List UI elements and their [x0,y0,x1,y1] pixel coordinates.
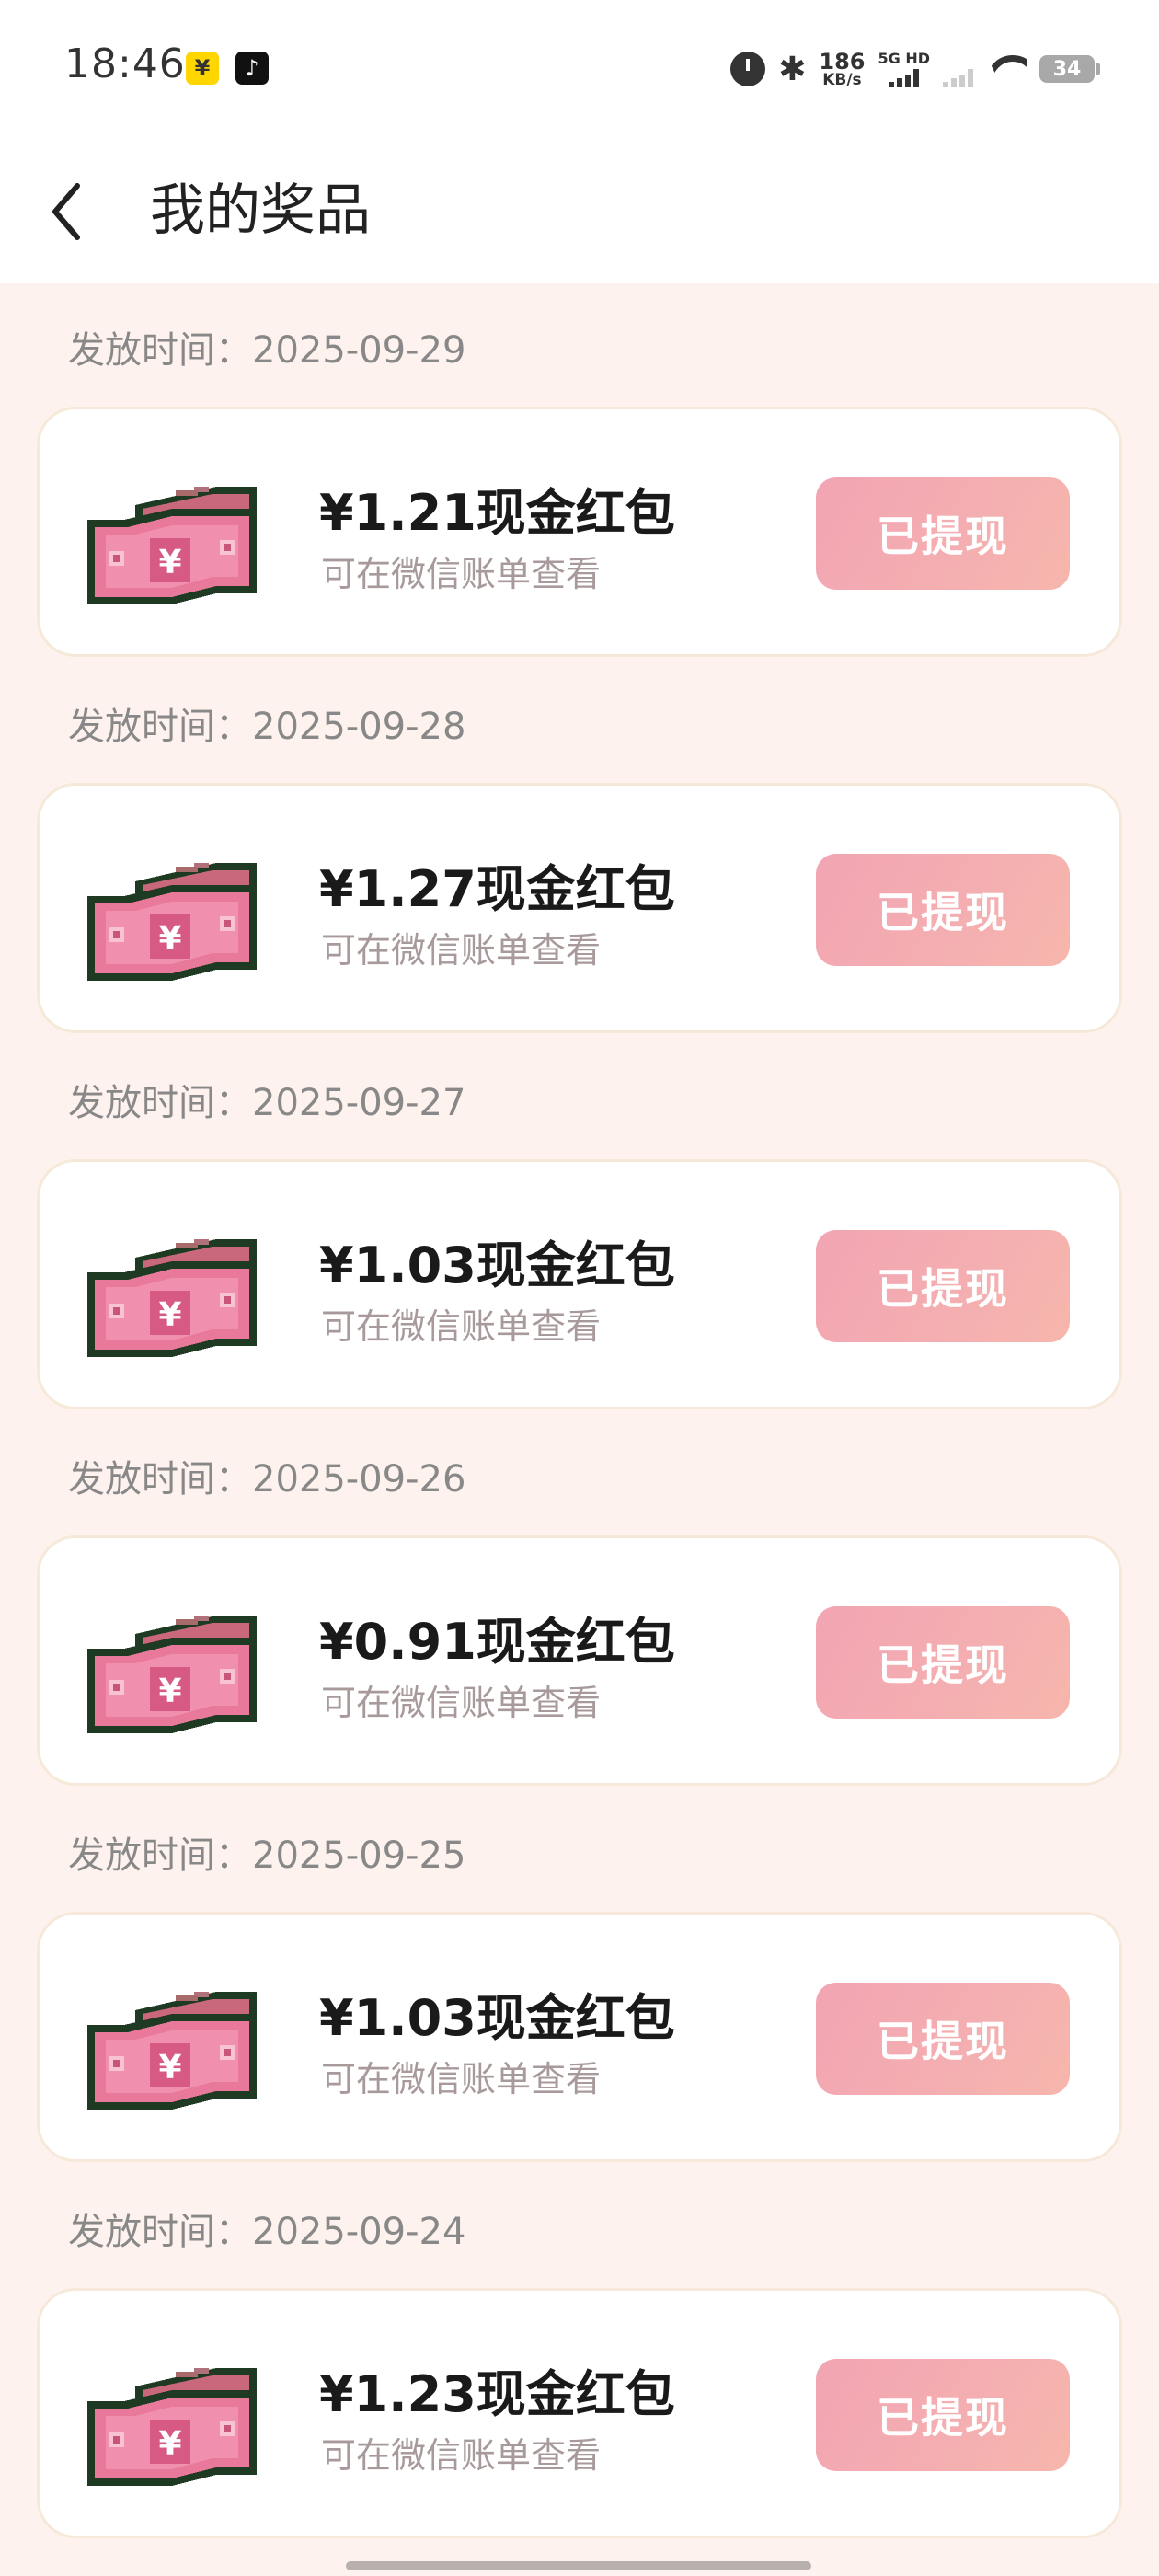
tiktok-app-icon: ♪ [235,52,269,85]
status-bar: 18:46 ¥ ♪ ✱ 186 KB/s 5G HD . [0,0,1159,138]
cellular-signal-icon: 5G HD [878,49,930,87]
prize-card[interactable]: ¥ ¥0.91现金红包 可在微信账单查看 已提现 [37,1535,1122,1786]
issue-date-label: 发放时间：2025-09-27 [68,1082,466,1124]
prize-list[interactable]: 发放时间：2025-09-29 ¥ ¥1.21现金红包 可在微信账单查看 已提现… [0,283,1159,2541]
prize-title: ¥0.91现金红包 [319,1613,675,1671]
prize-subtitle: 可在微信账单查看 [321,930,602,971]
prize-card[interactable]: ¥ ¥1.21现金红包 可在微信账单查看 已提现 [37,407,1122,657]
prize-group-4: 发放时间：2025-09-25 ¥ ¥1.03现金红包 可在微信账单查看 已提现 [0,1788,1159,2165]
net-speed-unit: KB/s [822,70,862,89]
status-time: 18:46 [64,40,186,87]
prize-subtitle: 可在微信账单查看 [321,2435,602,2476]
cash-bill-icon: ¥ [87,1616,257,1733]
prize-card[interactable]: ¥ ¥1.27现金红包 可在微信账单查看 已提现 [37,783,1122,1033]
cash-bill-icon: ¥ [87,487,257,604]
page-header: 我的奖品 [0,138,1159,283]
alarm-icon [730,52,766,86]
cellular-signal-secondary-icon: . [943,52,973,87]
cash-bill-icon: ¥ [87,1992,257,2110]
issue-date-label: 发放时间：2025-09-29 [68,329,466,372]
issue-date-label: 发放时间：2025-09-26 [68,1458,466,1501]
withdrawn-button[interactable]: 已提现 [816,1230,1070,1342]
prize-card[interactable]: ¥ ¥1.03现金红包 可在微信账单查看 已提现 [37,1159,1122,1409]
issue-date-label: 发放时间：2025-09-25 [68,1834,466,1877]
yen-app-icon: ¥ [186,52,219,85]
prize-subtitle: 可在微信账单查看 [321,2059,602,2099]
cash-bill-icon: ¥ [87,863,257,981]
prize-subtitle: 可在微信账单查看 [321,1306,602,1347]
prize-card[interactable]: ¥ ¥1.23现金红包 可在微信账单查看 已提现 [37,2288,1122,2538]
prize-title: ¥1.21现金红包 [319,484,675,542]
issue-date-label: 发放时间：2025-09-24 [68,2211,466,2253]
prize-card[interactable]: ¥ ¥1.03现金红包 可在微信账单查看 已提现 [37,1912,1122,2162]
prize-title: ¥1.03现金红包 [319,1989,675,2047]
home-indicator[interactable] [346,2561,811,2570]
net-speed-value: 186 [819,48,866,75]
withdrawn-button[interactable]: 已提现 [816,2359,1070,2471]
prize-group-0: 发放时间：2025-09-29 ¥ ¥1.21现金红包 可在微信账单查看 已提现 [0,283,1159,660]
withdrawn-button[interactable]: 已提现 [816,854,1070,966]
withdrawn-button[interactable]: 已提现 [816,477,1070,590]
prize-group-1: 发放时间：2025-09-28 ¥ ¥1.27现金红包 可在微信账单查看 已提现 [0,660,1159,1036]
yen-symbol: ¥ [158,2425,181,2463]
battery-icon: 34 [1039,55,1100,83]
prize-title: ¥1.27现金红包 [319,860,675,918]
yen-symbol: ¥ [158,544,181,581]
cash-bill-icon: ¥ [87,1239,257,1357]
chevron-left-icon [52,183,80,240]
yen-symbol: ¥ [158,1673,181,1710]
withdrawn-button[interactable]: 已提现 [816,1606,1070,1719]
yen-symbol: ¥ [158,2049,181,2087]
bluetooth-icon: ✱ [778,50,807,88]
yen-symbol: ¥ [158,920,181,958]
prize-group-3: 发放时间：2025-09-26 ¥ ¥0.91现金红包 可在微信账单查看 已提现 [0,1412,1159,1788]
prize-title: ¥1.03现金红包 [319,1236,675,1294]
prize-group-5: 发放时间：2025-09-24 ¥ ¥1.23现金红包 可在微信账单查看 已提现 [0,2165,1159,2541]
wifi-icon [986,53,1027,85]
prize-subtitle: 可在微信账单查看 [321,1683,602,1723]
cash-bill-icon: ¥ [87,2368,257,2486]
signal-label: 5G HD [878,49,930,67]
yen-symbol: ¥ [158,1296,181,1334]
prize-title: ¥1.23现金红包 [319,2365,675,2423]
prizes-page: 18:46 ¥ ♪ ✱ 186 KB/s 5G HD . [0,0,1159,2576]
page-title: 我的奖品 [150,178,371,243]
withdrawn-button[interactable]: 已提现 [816,1983,1070,2095]
status-icons: ✱ 186 KB/s 5G HD . 34 [730,46,1100,92]
battery-level: 34 [1052,57,1082,81]
prize-subtitle: 可在微信账单查看 [321,554,602,594]
back-button[interactable] [48,175,103,248]
prize-group-2: 发放时间：2025-09-27 ¥ ¥1.03现金红包 可在微信账单查看 已提现 [0,1036,1159,1412]
net-speed: 186 KB/s [819,51,865,88]
issue-date-label: 发放时间：2025-09-28 [68,706,466,748]
